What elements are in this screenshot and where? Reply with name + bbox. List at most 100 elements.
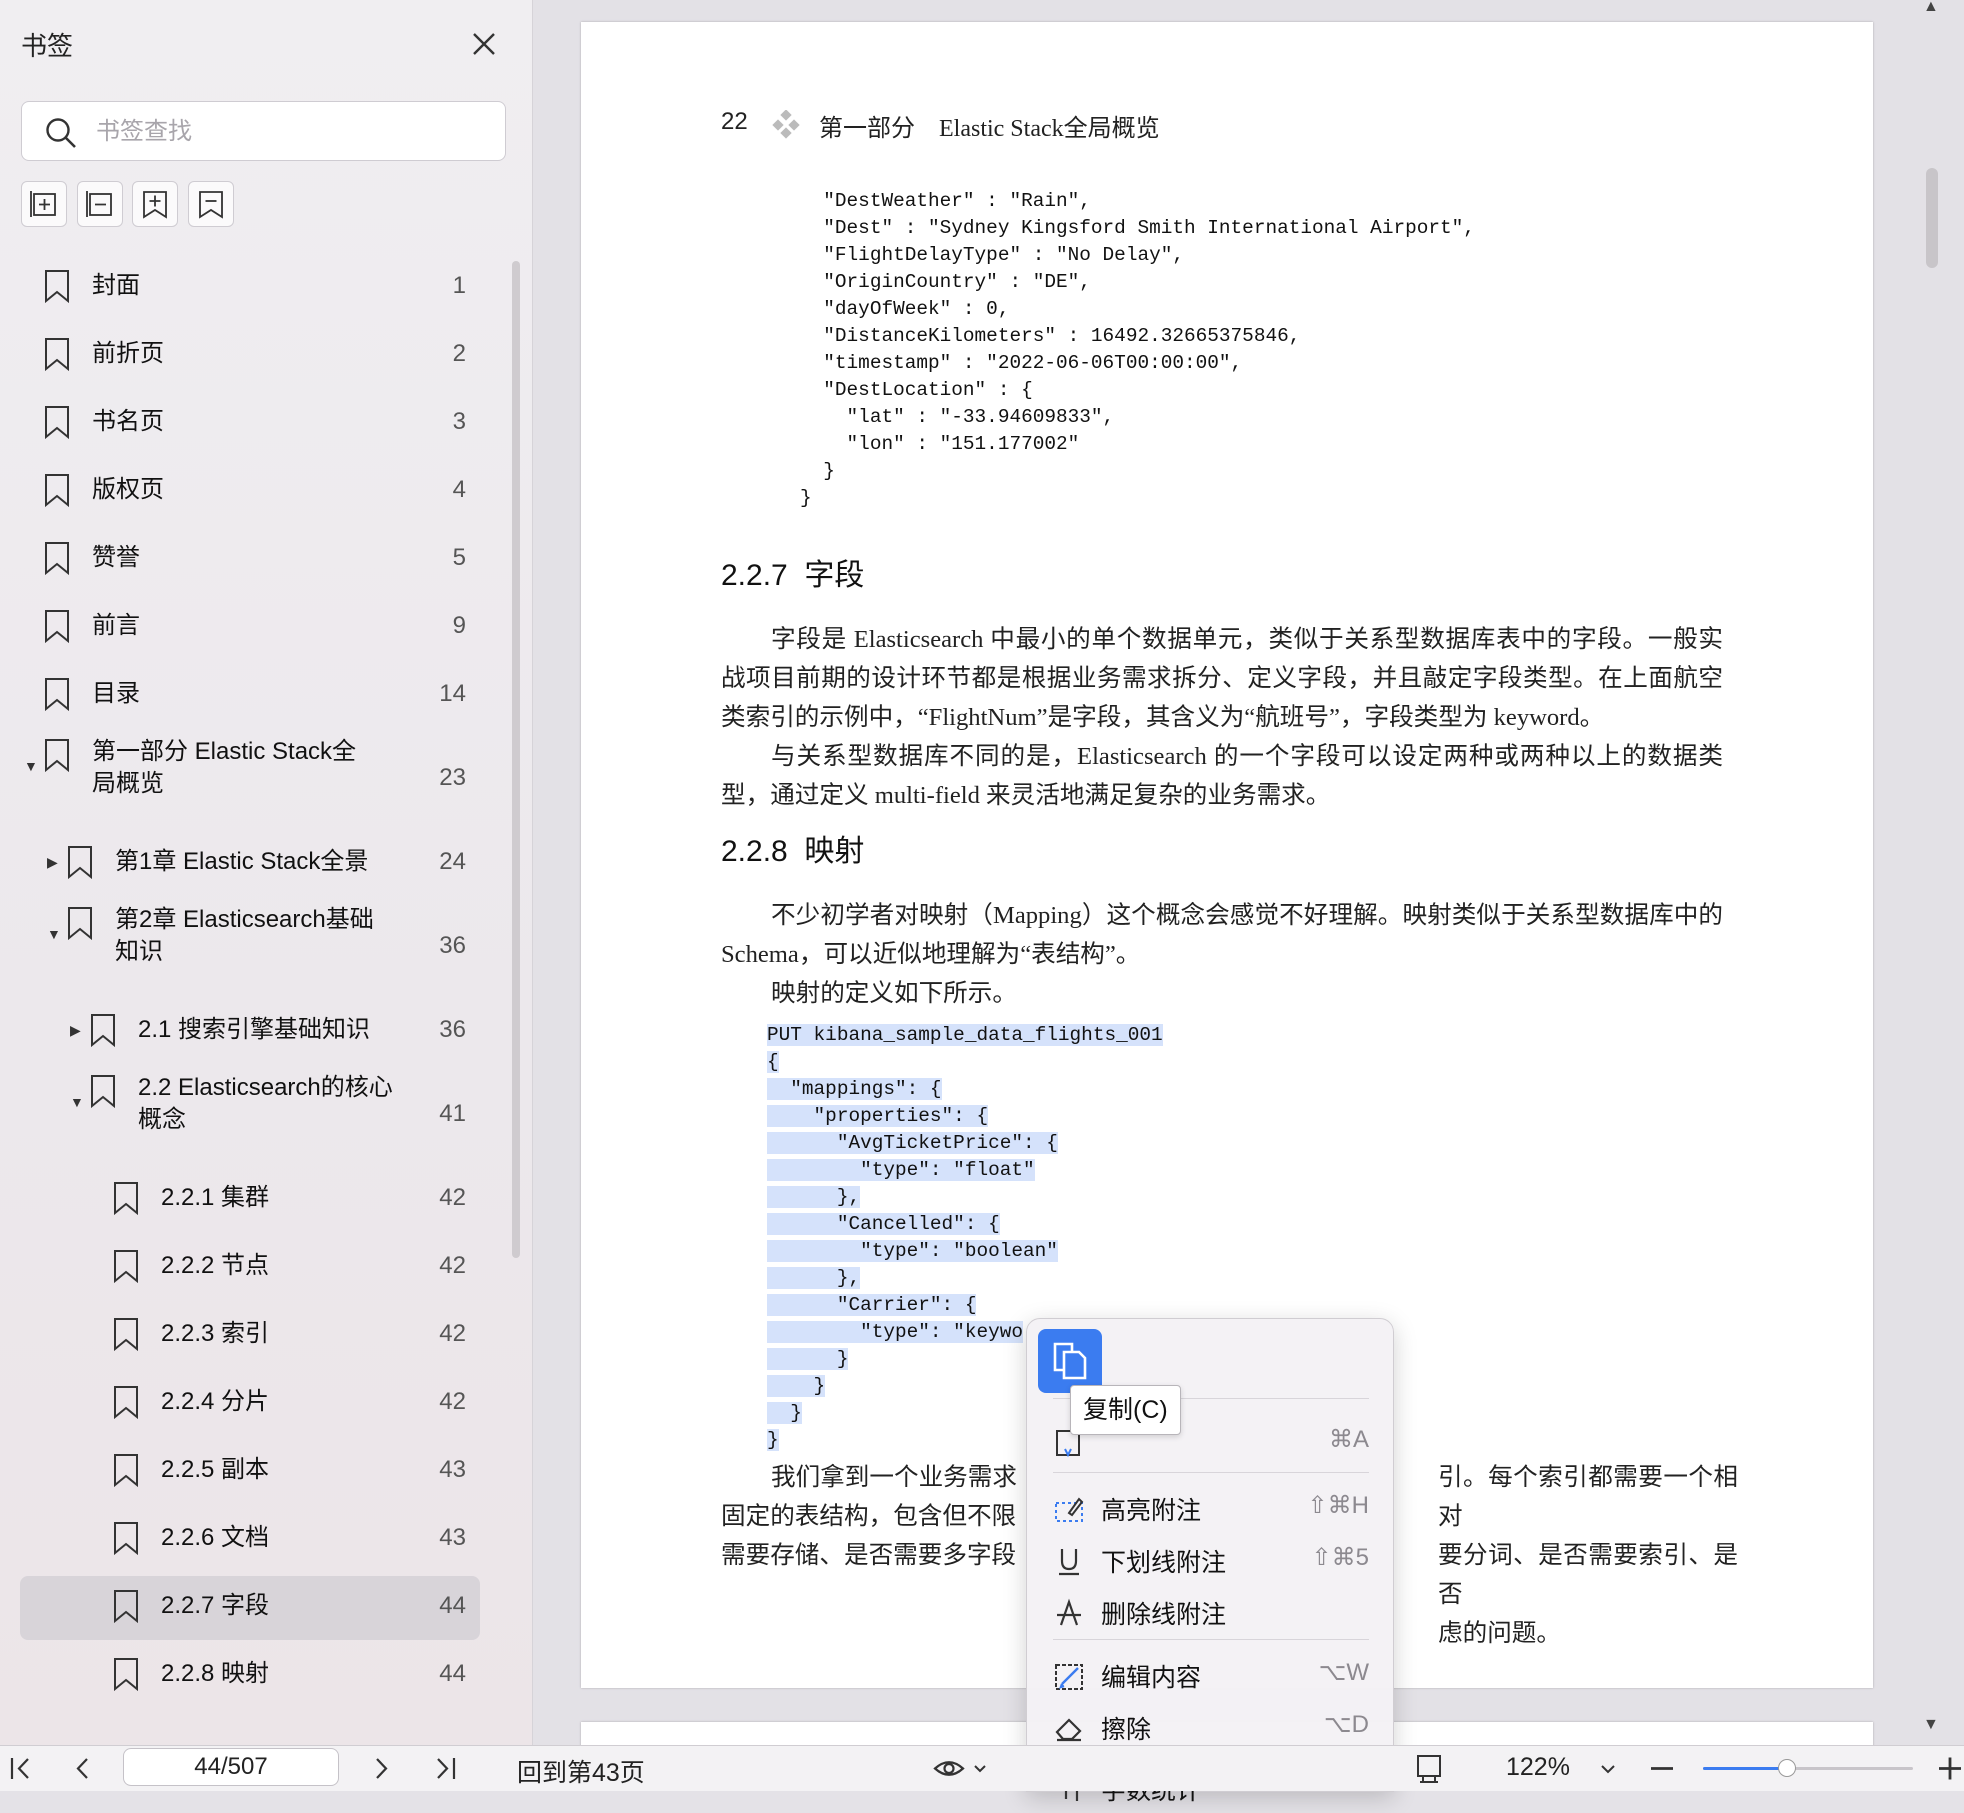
bookmark-search[interactable] — [21, 101, 506, 161]
add-bookmark-icon — [143, 191, 167, 219]
bookmark-page-number: 41 — [439, 1100, 466, 1127]
menu-divider — [1053, 1639, 1369, 1640]
bookmark-button[interactable] — [188, 181, 234, 227]
bookmark-item[interactable]: ▶ 2.1 搜索引擎基础知识 36 — [20, 1000, 480, 1064]
copy-tooltip: 复制(C) — [1070, 1385, 1181, 1435]
paragraph: 与关系型数据库不同的是，Elasticsearch 的一个字段可以设定两种或两种… — [721, 743, 1723, 809]
menu-divider — [1053, 1472, 1369, 1473]
bookmark-item[interactable]: 2.2.1 集群 42 — [20, 1168, 480, 1232]
bottom-toolbar: 回到第43页 122% — [0, 1745, 1964, 1791]
copy-button[interactable] — [1038, 1329, 1102, 1393]
ornament-icon — [772, 110, 800, 139]
fit-page-icon[interactable] — [1412, 1746, 1446, 1791]
bookmark-item[interactable]: 2.2.2 节点 42 — [20, 1236, 480, 1300]
context-menu: 复制(C) ⌘A 高亮附注 ⇧⌘H 下划线附注 ⇧⌘5 删除线附注 编辑内容 ⌥W 擦除 ⌥D 字数… — [1026, 1318, 1394, 1805]
context-menu-item[interactable]: 下划线附注 ⇧⌘5 — [1027, 1537, 1393, 1585]
add-bookmark-button[interactable] — [132, 181, 178, 227]
bookmark-item[interactable]: 赞誉 5 — [20, 528, 480, 592]
bookmark-icon — [199, 191, 223, 219]
bookmark-icon — [114, 1250, 138, 1283]
bookmark-icon — [91, 1075, 115, 1108]
bookmark-item[interactable]: 书名页 3 — [20, 392, 480, 456]
context-menu-item[interactable]: 编辑内容 ⌥W — [1027, 1652, 1393, 1700]
bookmark-item[interactable]: 前言 9 — [20, 596, 480, 660]
panel-title: 书签 — [21, 31, 74, 61]
view-mode-icon[interactable] — [932, 1746, 990, 1791]
bookmark-item[interactable]: 2.2.7 字段 44 — [20, 1576, 480, 1640]
bookmark-item[interactable]: 2.2.6 文档 43 — [20, 1508, 480, 1572]
bookmark-item[interactable]: 2.2.8 映射 44 — [20, 1644, 480, 1708]
bookmark-search-input[interactable] — [94, 112, 488, 152]
paragraph-right-fragment: 引。每个索引都需要一个相对 要分词、是否需要索引、是否 虑的问题。 — [1438, 1458, 1738, 1653]
context-menu-item[interactable]: 删除线附注 — [1027, 1589, 1393, 1637]
menu-item-shortcut: ⌘A — [1328, 1426, 1369, 1453]
scroll-up-icon[interactable]: ▲ — [1923, 0, 1939, 16]
bookmark-item[interactable]: 封面 1 — [20, 256, 480, 320]
bookmark-icon — [68, 907, 92, 940]
back-to-page-link[interactable]: 回到第43页 — [517, 1753, 645, 1789]
bookmark-item[interactable]: 版权页 4 — [20, 460, 480, 524]
bookmark-page-number: 36 — [439, 932, 466, 959]
bookmark-page-number: 42 — [439, 1184, 466, 1211]
collapse-triangle-icon[interactable]: ▶ — [70, 1022, 84, 1039]
bookmark-item[interactable]: 2.2.4 分片 42 — [20, 1372, 480, 1436]
section-heading-227: 2.2.7 字段 — [721, 550, 864, 594]
menu-item-label: 擦除 — [1101, 1716, 1152, 1744]
selected-code-line: } — [767, 1375, 826, 1397]
bookmark-icon — [45, 610, 69, 643]
zoom-slider[interactable] — [1703, 1759, 1913, 1777]
bookmark-icon — [45, 542, 69, 575]
sidebar-scrollbar[interactable] — [512, 261, 520, 1258]
bookmark-item[interactable]: ▼ 第一部分 Elastic Stack全局概览 23 — [20, 732, 480, 828]
paragraph-line: 引。每个索引都需要一个相对 — [1438, 1464, 1738, 1530]
next-page-icon[interactable] — [366, 1746, 396, 1791]
bookmark-label: 第1章 Elastic Stack全景 — [115, 848, 369, 875]
collapse-triangle-icon[interactable]: ▶ — [47, 854, 61, 871]
expand-all-button[interactable] — [21, 181, 67, 227]
menu-item-shortcut: ⇧⌘5 — [1311, 1544, 1369, 1571]
scroll-down-icon[interactable]: ▼ — [1923, 1716, 1939, 1734]
bookmark-item[interactable]: 2.2.3 索引 42 — [20, 1304, 480, 1368]
zoom-dropdown-chevron-icon[interactable] — [1598, 1746, 1618, 1791]
menu-item-shortcut: ⇧⌘H — [1307, 1492, 1369, 1519]
document-scrollbar[interactable] — [1926, 168, 1938, 268]
bookmark-label: 版权页 — [92, 476, 164, 503]
zoom-slider-knob[interactable] — [1778, 1759, 1796, 1777]
paragraph-line: 需要存储、是否需要多字段 — [721, 1542, 1017, 1569]
bookmark-page-number: 44 — [439, 1660, 466, 1687]
bookmark-item[interactable]: ▼ 2.2 Elasticsearch的核心概念 41 — [20, 1068, 480, 1164]
bookmark-label: 2.1 搜索引擎基础知识 — [138, 1016, 371, 1043]
bookmark-item[interactable]: ▼ 第2章 Elasticsearch基础知识 36 — [20, 900, 480, 996]
zoom-level[interactable]: 122% — [1506, 1753, 1570, 1782]
last-page-icon[interactable] — [430, 1746, 460, 1791]
context-menu-item[interactable]: 高亮附注 ⇧⌘H — [1027, 1485, 1393, 1533]
zoom-in-icon[interactable] — [1936, 1746, 1964, 1791]
menu-item-shortcut: ⌥D — [1324, 1711, 1369, 1738]
bookmark-page-number: 5 — [452, 544, 466, 571]
selected-code-line: } — [767, 1402, 802, 1424]
bookmark-item[interactable]: 2.2.5 副本 43 — [20, 1440, 480, 1504]
expand-triangle-icon[interactable]: ▼ — [47, 926, 61, 942]
zoom-out-icon[interactable] — [1648, 1746, 1676, 1791]
bookmark-page-number: 36 — [439, 1016, 466, 1043]
bookmark-label: 封面 — [92, 272, 140, 299]
bookmark-icon — [45, 338, 69, 371]
section-number: 2.2.8 — [721, 835, 788, 868]
close-icon[interactable] — [468, 28, 500, 60]
bookmark-item[interactable]: ▶ 第1章 Elastic Stack全景 24 — [20, 832, 480, 896]
running-head-part: 第一部分 — [819, 116, 915, 142]
collapse-all-icon — [86, 191, 112, 217]
selected-code-line: } — [767, 1429, 779, 1451]
previous-page-icon[interactable] — [68, 1746, 98, 1791]
expand-triangle-icon[interactable]: ▼ — [24, 758, 38, 774]
expand-triangle-icon[interactable]: ▼ — [70, 1094, 84, 1110]
page-number-input[interactable] — [123, 1748, 339, 1786]
bookmark-item[interactable]: 前折页 2 — [20, 324, 480, 388]
collapse-all-button[interactable] — [77, 181, 123, 227]
bookmark-item[interactable]: 目录 14 — [20, 664, 480, 728]
bookmark-label: 赞誉 — [92, 544, 140, 571]
bookmark-label: 书名页 — [92, 408, 164, 435]
bookmark-list: 封面 1 前折页 2 书名页 3 版权页 4 赞誉 5 前言 9 目录 14 ▼ 第一部分 Elastic S… — [0, 256, 500, 1745]
first-page-icon[interactable] — [6, 1746, 36, 1791]
selected-code-line: "Carrier": { — [767, 1294, 977, 1316]
